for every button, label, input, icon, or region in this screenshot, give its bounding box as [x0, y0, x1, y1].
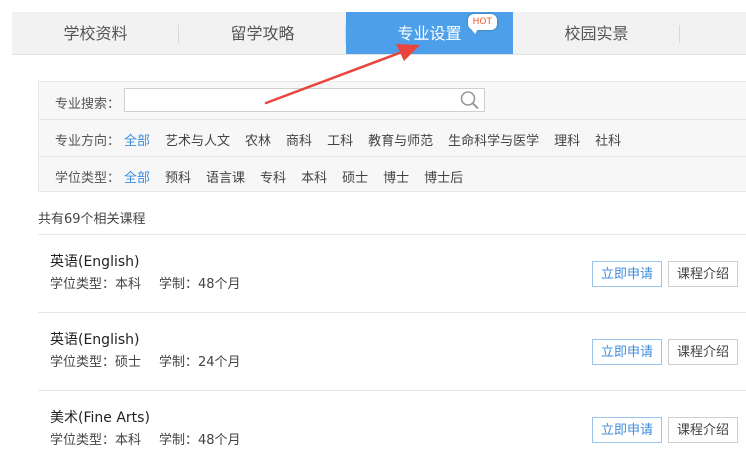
course-intro-button[interactable]: 课程介绍 — [668, 339, 738, 365]
course-item: 美术(Fine Arts) 学位类型：本科 学制：48个月 立即申请 课程介绍 — [38, 390, 746, 468]
course-list: 英语(English) 学位类型：本科 学制：48个月 立即申请 课程介绍 英语(… — [38, 234, 746, 468]
tab-label: 专业设置 — [397, 24, 462, 43]
course-duration: 学制：48个月 — [159, 433, 241, 448]
degree-option[interactable]: 博士 — [383, 167, 409, 186]
course-meta: 学位类型：本科 学制：48个月 — [50, 429, 241, 448]
tab-bar: 学校资料 留学攻略 专业设置 HOT 校园实景 — [12, 12, 746, 55]
degree-option[interactable]: 本科 — [301, 167, 327, 186]
apply-button[interactable]: 立即申请 — [592, 417, 662, 443]
tab-label: 留学攻略 — [230, 24, 295, 43]
direction-option[interactable]: 理科 — [554, 130, 580, 149]
degree-option[interactable]: 博士后 — [424, 167, 463, 186]
filter-panel: 专业搜索： 专业方向： 全部 艺术与人文 农林 商科 工科 教育与师范 生命科学与医学 理科社… — [38, 81, 746, 192]
course-name: 英语(English) — [50, 254, 140, 270]
tab-study-guide[interactable]: 留学攻略 — [179, 12, 346, 54]
hot-badge: HOT — [467, 14, 497, 34]
direction-label: 专业方向： — [55, 134, 121, 149]
degree-row: 学位类型： 全部 预科 语言课 专科 本科 硕士 博士 博士后 — [39, 156, 746, 194]
direction-option[interactable]: 生命科学与医学 — [448, 130, 539, 149]
course-item: 英语(English) 学位类型：本科 学制：48个月 立即申请 课程介绍 — [38, 234, 746, 312]
degree-option-all[interactable]: 全部 — [124, 167, 150, 186]
course-degree: 学位类型：本科 — [50, 277, 142, 292]
tab-majors[interactable]: 专业设置 HOT — [346, 12, 513, 54]
direction-options: 全部 艺术与人文 农林 商科 工科 教育与师范 生命科学与医学 理科 社科 — [124, 130, 636, 149]
direction-option[interactable]: 艺术与人文 — [165, 130, 230, 149]
degree-options: 全部 预科 语言课 专科 本科 硕士 博士 博士后 — [124, 167, 478, 186]
direction-option[interactable]: 教育与师范 — [368, 130, 433, 149]
degree-label: 学位类型： — [55, 171, 121, 186]
search-input[interactable] — [124, 88, 485, 112]
course-meta: 学位类型：硕士 学制：24个月 — [50, 351, 241, 370]
degree-option[interactable]: 语言课 — [206, 167, 245, 186]
degree-option[interactable]: 预科 — [165, 167, 191, 186]
apply-button[interactable]: 立即申请 — [592, 261, 662, 287]
course-name: 英语(English) — [50, 332, 140, 348]
direction-option[interactable]: 工科 — [327, 130, 353, 149]
search-icon[interactable] — [458, 89, 482, 111]
direction-option-all[interactable]: 全部 — [124, 130, 150, 149]
direction-option[interactable]: 农林 — [245, 130, 271, 149]
course-degree: 学位类型：硕士 — [50, 355, 142, 370]
degree-option[interactable]: 专科 — [260, 167, 286, 186]
course-intro-button[interactable]: 课程介绍 — [668, 261, 738, 287]
course-item: 英语(English) 学位类型：硕士 学制：24个月 立即申请 课程介绍 — [38, 312, 746, 390]
degree-option[interactable]: 硕士 — [342, 167, 368, 186]
apply-button[interactable]: 立即申请 — [592, 339, 662, 365]
course-duration: 学制：24个月 — [159, 355, 241, 370]
course-meta: 学位类型：本科 学制：48个月 — [50, 273, 241, 292]
tab-campus-photos[interactable]: 校园实景 — [513, 12, 680, 54]
tab-label: 校园实景 — [564, 24, 629, 43]
tab-label: 学校资料 — [63, 24, 128, 43]
direction-option[interactable]: 商科 — [286, 130, 312, 149]
search-label: 专业搜索： — [55, 97, 121, 112]
course-degree: 学位类型：本科 — [50, 433, 142, 448]
result-count: 共有69个相关课程 — [38, 212, 146, 227]
tab-school-info[interactable]: 学校资料 — [12, 12, 179, 54]
direction-option[interactable]: 社科 — [595, 130, 621, 149]
course-name: 美术(Fine Arts) — [50, 410, 150, 426]
course-duration: 学制：48个月 — [159, 277, 241, 292]
direction-row: 专业方向： 全部 艺术与人文 农林 商科 工科 教育与师范 生命科学与医学 理科 社科 — [39, 119, 746, 157]
search-row: 专业搜索： — [39, 82, 746, 119]
course-intro-button[interactable]: 课程介绍 — [668, 417, 738, 443]
